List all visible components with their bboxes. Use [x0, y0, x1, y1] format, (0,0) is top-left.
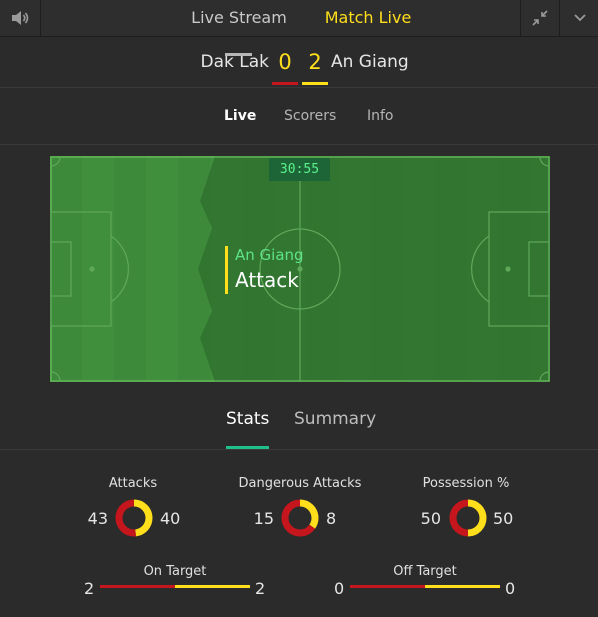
- stat-donut: [115, 499, 153, 537]
- active-tab-indicator: [225, 53, 252, 56]
- stat-bar: [350, 585, 500, 588]
- event-team-color-bar: [225, 246, 228, 294]
- away-score: 2: [308, 50, 322, 74]
- stat-label: Off Target: [393, 564, 457, 579]
- stat-label: Possession %: [422, 476, 510, 491]
- bar-away-segment: [175, 585, 250, 588]
- bar-home-segment: [100, 585, 175, 588]
- tab-match-live[interactable]: Match Live: [312, 0, 424, 34]
- dropdown-button[interactable]: [559, 0, 598, 36]
- stat-home-value: 2: [84, 579, 95, 598]
- home-color-bar: [272, 82, 298, 85]
- stat-home-value: 50: [420, 509, 441, 528]
- tab-info[interactable]: Info: [367, 106, 394, 126]
- stats-tabs: Stats Summary: [0, 383, 598, 450]
- match-clock: 30:55: [269, 158, 330, 181]
- chevron-down-icon: [573, 14, 586, 22]
- active-tab-indicator: [226, 446, 269, 449]
- away-team-name: An Giang: [331, 52, 409, 72]
- stat-away-value: 8: [326, 509, 337, 528]
- stat-away-value: 0: [505, 579, 516, 598]
- tab-live-stream[interactable]: Live Stream: [180, 0, 298, 34]
- away-color-bar: [302, 82, 328, 85]
- stat-bar: [100, 585, 250, 588]
- subtabs: Live Scorers Info: [0, 88, 598, 145]
- stat-away-value: 50: [493, 509, 514, 528]
- home-score: 0: [278, 50, 292, 74]
- tab-stats[interactable]: Stats: [226, 409, 269, 429]
- sound-button[interactable]: [0, 0, 41, 36]
- stat-away-value: 2: [255, 579, 266, 598]
- top-bar: [0, 0, 598, 37]
- collapse-arrows-icon: [532, 10, 548, 26]
- event-team: An Giang: [235, 246, 304, 264]
- stat-label: Dangerous Attacks: [238, 476, 362, 491]
- stat-donut: [449, 499, 487, 537]
- stat-home-value: 0: [334, 579, 345, 598]
- stat-donut: [281, 499, 319, 537]
- stat-label: Attacks: [108, 476, 158, 491]
- tab-live[interactable]: Live: [224, 106, 256, 126]
- collapse-button[interactable]: [520, 0, 559, 36]
- event-type: Attack: [235, 268, 299, 292]
- tab-summary[interactable]: Summary: [294, 409, 376, 429]
- stat-label: On Target: [143, 564, 207, 579]
- scoreboard: Dak Lak 0 2 An Giang: [0, 37, 598, 88]
- tab-scorers[interactable]: Scorers: [284, 106, 336, 126]
- speaker-icon: [12, 11, 29, 25]
- pitch-visualization: [50, 156, 550, 382]
- bar-home-segment: [350, 585, 425, 588]
- bar-away-segment: [425, 585, 500, 588]
- stat-home-value: 15: [253, 509, 274, 528]
- stat-home-value: 43: [87, 509, 108, 528]
- stat-away-value: 40: [160, 509, 181, 528]
